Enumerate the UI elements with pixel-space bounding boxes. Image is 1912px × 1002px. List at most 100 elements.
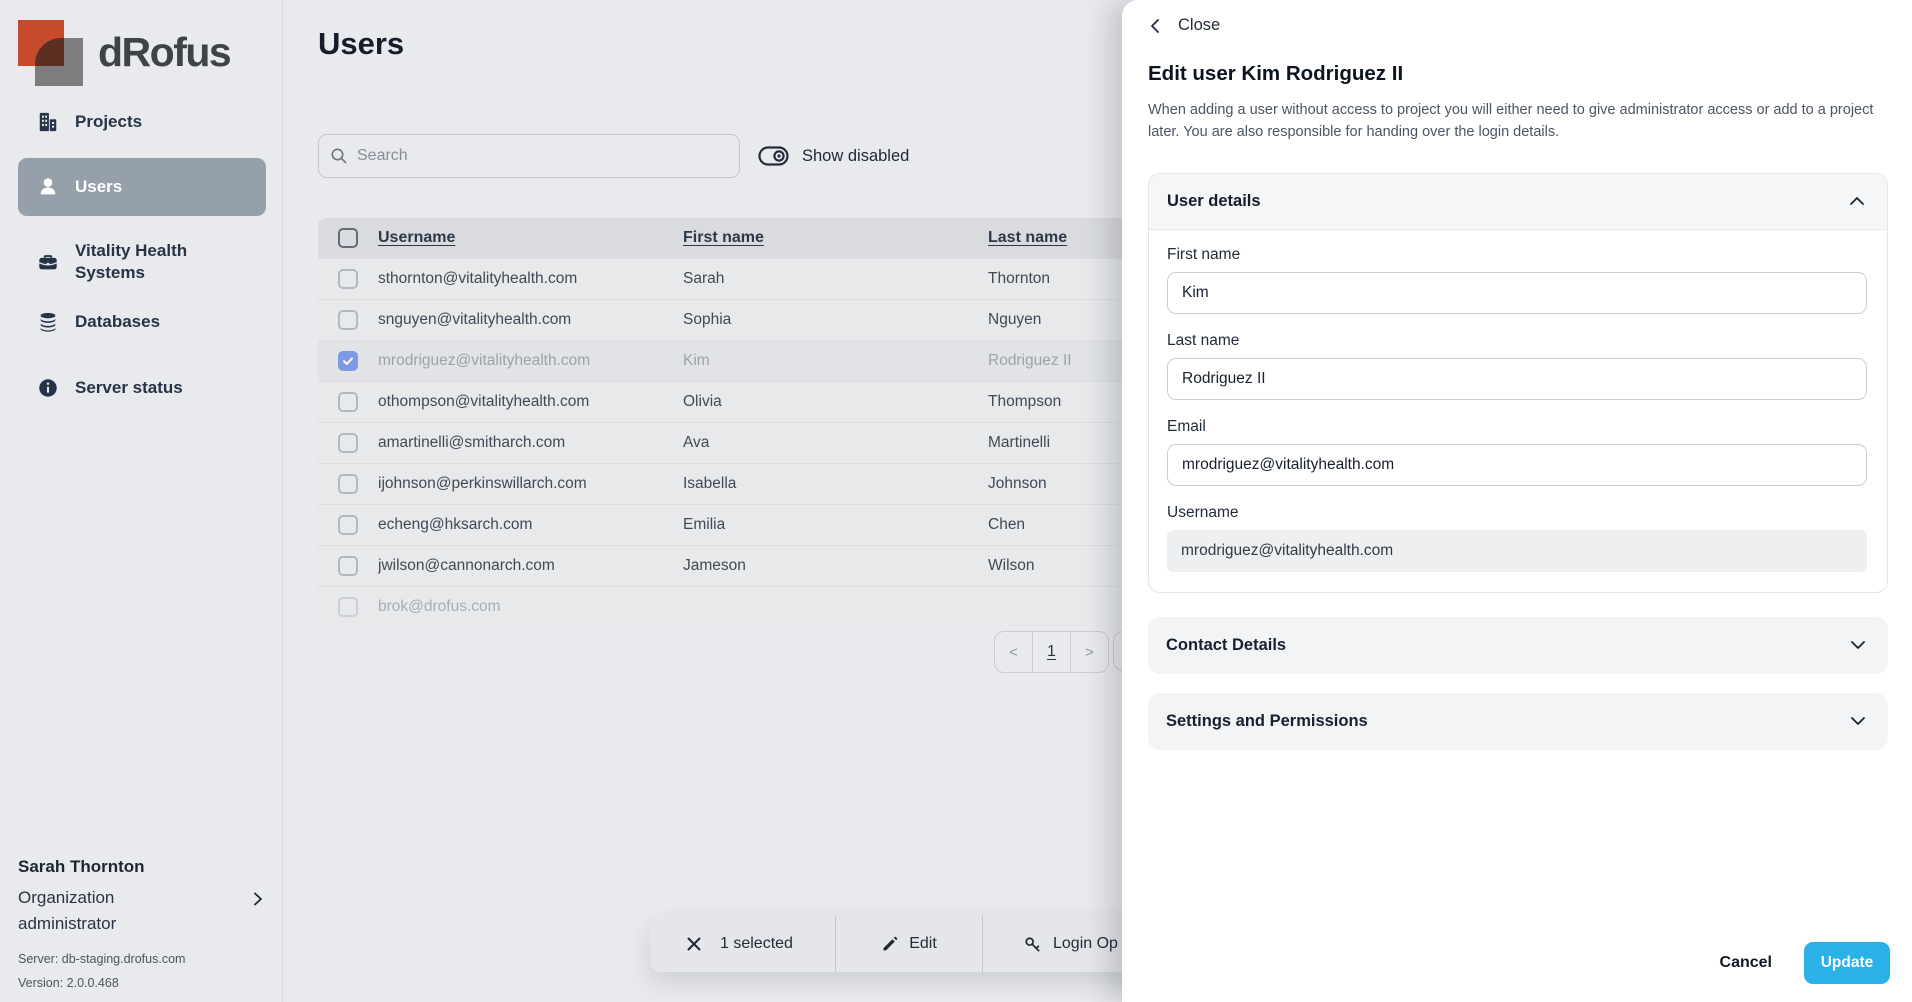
logo-text: dRofus <box>98 29 230 76</box>
sidebar-item-projects[interactable]: Projects <box>0 100 282 144</box>
column-header-first-name[interactable]: First name <box>683 229 988 247</box>
chevron-right-icon <box>250 891 266 912</box>
row-username: snguyen@vitalityhealth.com <box>378 311 683 329</box>
sidebar: dRofus Projects Users Vitality Health Sy… <box>0 0 283 1002</box>
search-box <box>318 134 740 178</box>
email-field[interactable] <box>1167 444 1867 486</box>
briefcase-icon <box>36 251 60 273</box>
sidebar-item-server-status[interactable]: Server status <box>0 366 282 410</box>
row-checkbox-checked[interactable] <box>338 351 358 371</box>
user-details-header[interactable]: User details <box>1149 174 1887 230</box>
pagination: < 1 > <box>994 631 1109 673</box>
close-label: Close <box>1178 16 1220 35</box>
last-name-field[interactable] <box>1167 358 1867 400</box>
user-details-section: User details First name Last name Email <box>1148 173 1888 593</box>
drofus-logo-icon <box>18 16 84 82</box>
edit-user-panel: Close Edit user Kim Rodriguez II When ad… <box>1122 0 1912 1002</box>
row-username: mrodriguez@vitalityhealth.com <box>378 352 683 370</box>
edit-label: Edit <box>909 935 937 953</box>
selection-action-bar: 1 selected Edit Login Op <box>650 916 1194 972</box>
sidebar-item-databases[interactable]: Databases <box>0 300 282 344</box>
row-username: echeng@hksarch.com <box>378 516 683 534</box>
show-disabled-label: Show disabled <box>802 147 909 166</box>
row-first-name: Emilia <box>683 516 988 534</box>
edit-button[interactable]: Edit <box>836 916 983 972</box>
settings-permissions-title: Settings and Permissions <box>1166 712 1368 731</box>
current-user-name: Sarah Thornton <box>18 857 266 877</box>
person-icon <box>36 176 60 198</box>
search-input[interactable] <box>318 134 740 178</box>
info-icon <box>36 377 60 399</box>
sidebar-nav: Projects Users Vitality Health Systems D… <box>0 100 282 410</box>
sidebar-item-organization[interactable]: Vitality Health Systems <box>0 240 282 284</box>
server-info: Server: db-staging.drofus.com <box>18 952 266 966</box>
row-first-name: Ava <box>683 434 988 452</box>
chevron-left-icon <box>1148 18 1162 34</box>
account-menu-trigger[interactable]: Organization administrator <box>18 885 266 936</box>
current-user-role: Organization administrator <box>18 885 193 936</box>
user-details-body: First name Last name Email Username mrod… <box>1149 230 1887 592</box>
row-username: amartinelli@smitharch.com <box>378 434 683 452</box>
search-icon <box>330 147 348 170</box>
panel-title: Edit user Kim Rodriguez II <box>1148 62 1888 86</box>
chevron-down-icon <box>1850 716 1866 726</box>
row-first-name: Jameson <box>683 557 988 575</box>
next-page-button[interactable]: > <box>1071 632 1108 672</box>
cancel-button[interactable]: Cancel <box>1714 953 1778 973</box>
user-details-title: User details <box>1167 192 1261 211</box>
first-name-label: First name <box>1167 246 1867 264</box>
chevron-down-icon <box>1850 640 1866 650</box>
last-name-label: Last name <box>1167 332 1867 350</box>
row-first-name: Sophia <box>683 311 988 329</box>
row-checkbox[interactable] <box>338 310 358 330</box>
row-first-name: Olivia <box>683 393 988 411</box>
row-first-name: Kim <box>683 352 988 370</box>
database-icon <box>36 311 60 333</box>
selection-count: 1 selected <box>720 935 793 953</box>
username-label: Username <box>1167 504 1867 522</box>
sidebar-item-label: Databases <box>75 312 160 332</box>
row-checkbox[interactable] <box>338 269 358 289</box>
close-button[interactable]: Close <box>1148 16 1238 35</box>
row-first-name: Sarah <box>683 270 988 288</box>
row-username: brok@drofus.com <box>378 598 683 616</box>
row-checkbox[interactable] <box>338 433 358 453</box>
sidebar-item-label: Users <box>75 177 122 197</box>
pencil-icon <box>881 936 898 953</box>
current-page-button[interactable]: 1 <box>1033 632 1071 672</box>
contact-details-title: Contact Details <box>1166 636 1286 655</box>
selection-segment: 1 selected <box>650 916 836 972</box>
sidebar-item-label: Server status <box>75 378 183 398</box>
username-readonly-field: mrodriguez@vitalityhealth.com <box>1167 530 1867 572</box>
row-username: ijohnson@perkinswillarch.com <box>378 475 683 493</box>
row-checkbox[interactable] <box>338 392 358 412</box>
clear-selection-icon[interactable] <box>686 936 702 952</box>
sidebar-item-label: Projects <box>75 112 142 132</box>
row-checkbox[interactable] <box>338 474 358 494</box>
row-first-name: Isabella <box>683 475 988 493</box>
row-username: othompson@vitalityhealth.com <box>378 393 683 411</box>
login-options-label: Login Op <box>1053 935 1118 953</box>
sidebar-item-users[interactable]: Users <box>18 158 266 216</box>
column-header-username[interactable]: Username <box>378 229 683 247</box>
chevron-up-icon <box>1849 196 1865 206</box>
drofus-logo: dRofus <box>0 0 282 82</box>
row-checkbox[interactable] <box>338 556 358 576</box>
settings-permissions-section[interactable]: Settings and Permissions <box>1148 693 1888 750</box>
first-name-field[interactable] <box>1167 272 1867 314</box>
prev-page-button[interactable]: < <box>995 632 1033 672</box>
page-title: Users <box>318 26 404 62</box>
buildings-icon <box>36 111 60 133</box>
row-checkbox[interactable] <box>338 597 358 617</box>
contact-details-section[interactable]: Contact Details <box>1148 617 1888 674</box>
update-button[interactable]: Update <box>1804 942 1890 984</box>
app-root: dRofus Projects Users Vitality Health Sy… <box>0 0 1912 1002</box>
version-info: Version: 2.0.0.468 <box>18 976 266 990</box>
row-username: jwilson@cannonarch.com <box>378 557 683 575</box>
row-checkbox[interactable] <box>338 515 358 535</box>
list-controls: Show disabled <box>318 134 909 178</box>
select-all-checkbox[interactable] <box>338 228 358 248</box>
email-label: Email <box>1167 418 1867 436</box>
show-disabled-toggle[interactable]: Show disabled <box>758 145 909 167</box>
sidebar-item-label: Vitality Health Systems <box>75 240 225 284</box>
